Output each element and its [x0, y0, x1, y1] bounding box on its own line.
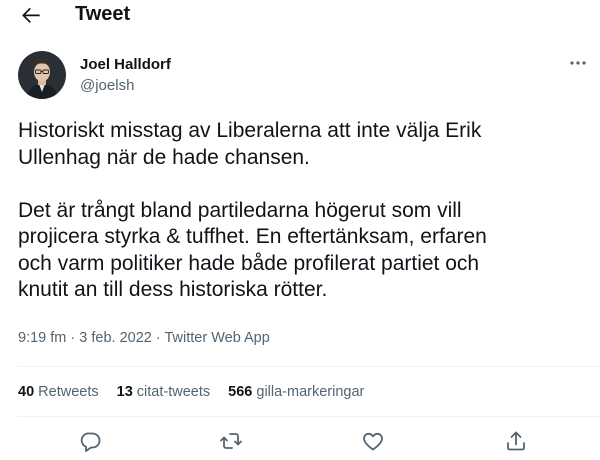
more-icon — [570, 61, 586, 65]
tweet-text: Historiskt misstag av Liberalerna att in… — [18, 118, 583, 304]
tweet-paragraph: Det är trångt bland partiledarna högerut… — [18, 198, 583, 304]
share-icon — [507, 431, 525, 451]
likes-count: 566 — [228, 384, 253, 400]
author-handle[interactable]: @joelsh — [80, 77, 134, 94]
retweet-icon — [220, 433, 242, 449]
author-name[interactable]: Joel Halldorf — [80, 56, 171, 73]
heart-icon — [363, 432, 383, 451]
meta-separator: · — [70, 330, 76, 346]
tweet-line: Det är trångt bland partiledarna högerut… — [18, 198, 462, 222]
tweet-line: knutit an till dess historiska rötter. — [18, 278, 328, 301]
retweets-label: Retweets — [38, 384, 99, 400]
page-title: Tweet — [75, 3, 131, 25]
tweet-time[interactable]: 9:19 fm — [18, 330, 66, 346]
divider — [18, 366, 600, 367]
like-button[interactable] — [361, 429, 385, 453]
meta-separator: · — [155, 330, 161, 346]
back-button[interactable] — [18, 2, 44, 28]
tweet-stats: 40 Retweets 13 citat-tweets 566 gilla-mark… — [18, 384, 382, 400]
tweet-meta: 9:19 fm · 3 feb. 2022 · Twitter Web App — [18, 330, 270, 346]
reply-icon — [80, 432, 101, 452]
quotes-label: citat-tweets — [136, 384, 211, 400]
share-button[interactable] — [504, 429, 528, 453]
tweet-line: projicera styrka & tuffhet. En eftertänk… — [18, 225, 487, 248]
avatar[interactable] — [18, 51, 66, 99]
tweet-source[interactable]: Twitter Web App — [165, 330, 270, 346]
divider — [18, 416, 600, 417]
arrow-left-icon — [22, 7, 40, 23]
header: Tweet — [0, 0, 600, 32]
retweets-count: 40 — [18, 384, 35, 400]
reply-button[interactable] — [78, 429, 102, 453]
tweet-line: Historiskt misstag av Liberalerna att in… — [18, 119, 482, 142]
tweet-line: Ullenhag när de hade chansen. — [18, 145, 310, 169]
tweet-date[interactable]: 3 feb. 2022 — [79, 330, 152, 346]
avatar-image — [18, 51, 66, 99]
likes-label: gilla-markeringar — [256, 384, 365, 400]
likes-stat[interactable]: 566 gilla-markeringar — [228, 384, 364, 400]
retweets-stat[interactable]: 40 Retweets — [18, 384, 99, 400]
quotes-count: 13 — [116, 384, 133, 400]
tweet-paragraph: Historiskt misstag av Liberalerna att in… — [18, 118, 583, 171]
tweet-line: och varm politiker hade både profilerat … — [18, 251, 480, 275]
retweet-button[interactable] — [219, 429, 243, 453]
more-button[interactable] — [566, 55, 590, 71]
quotes-stat[interactable]: 13 citat-tweets — [117, 384, 211, 400]
